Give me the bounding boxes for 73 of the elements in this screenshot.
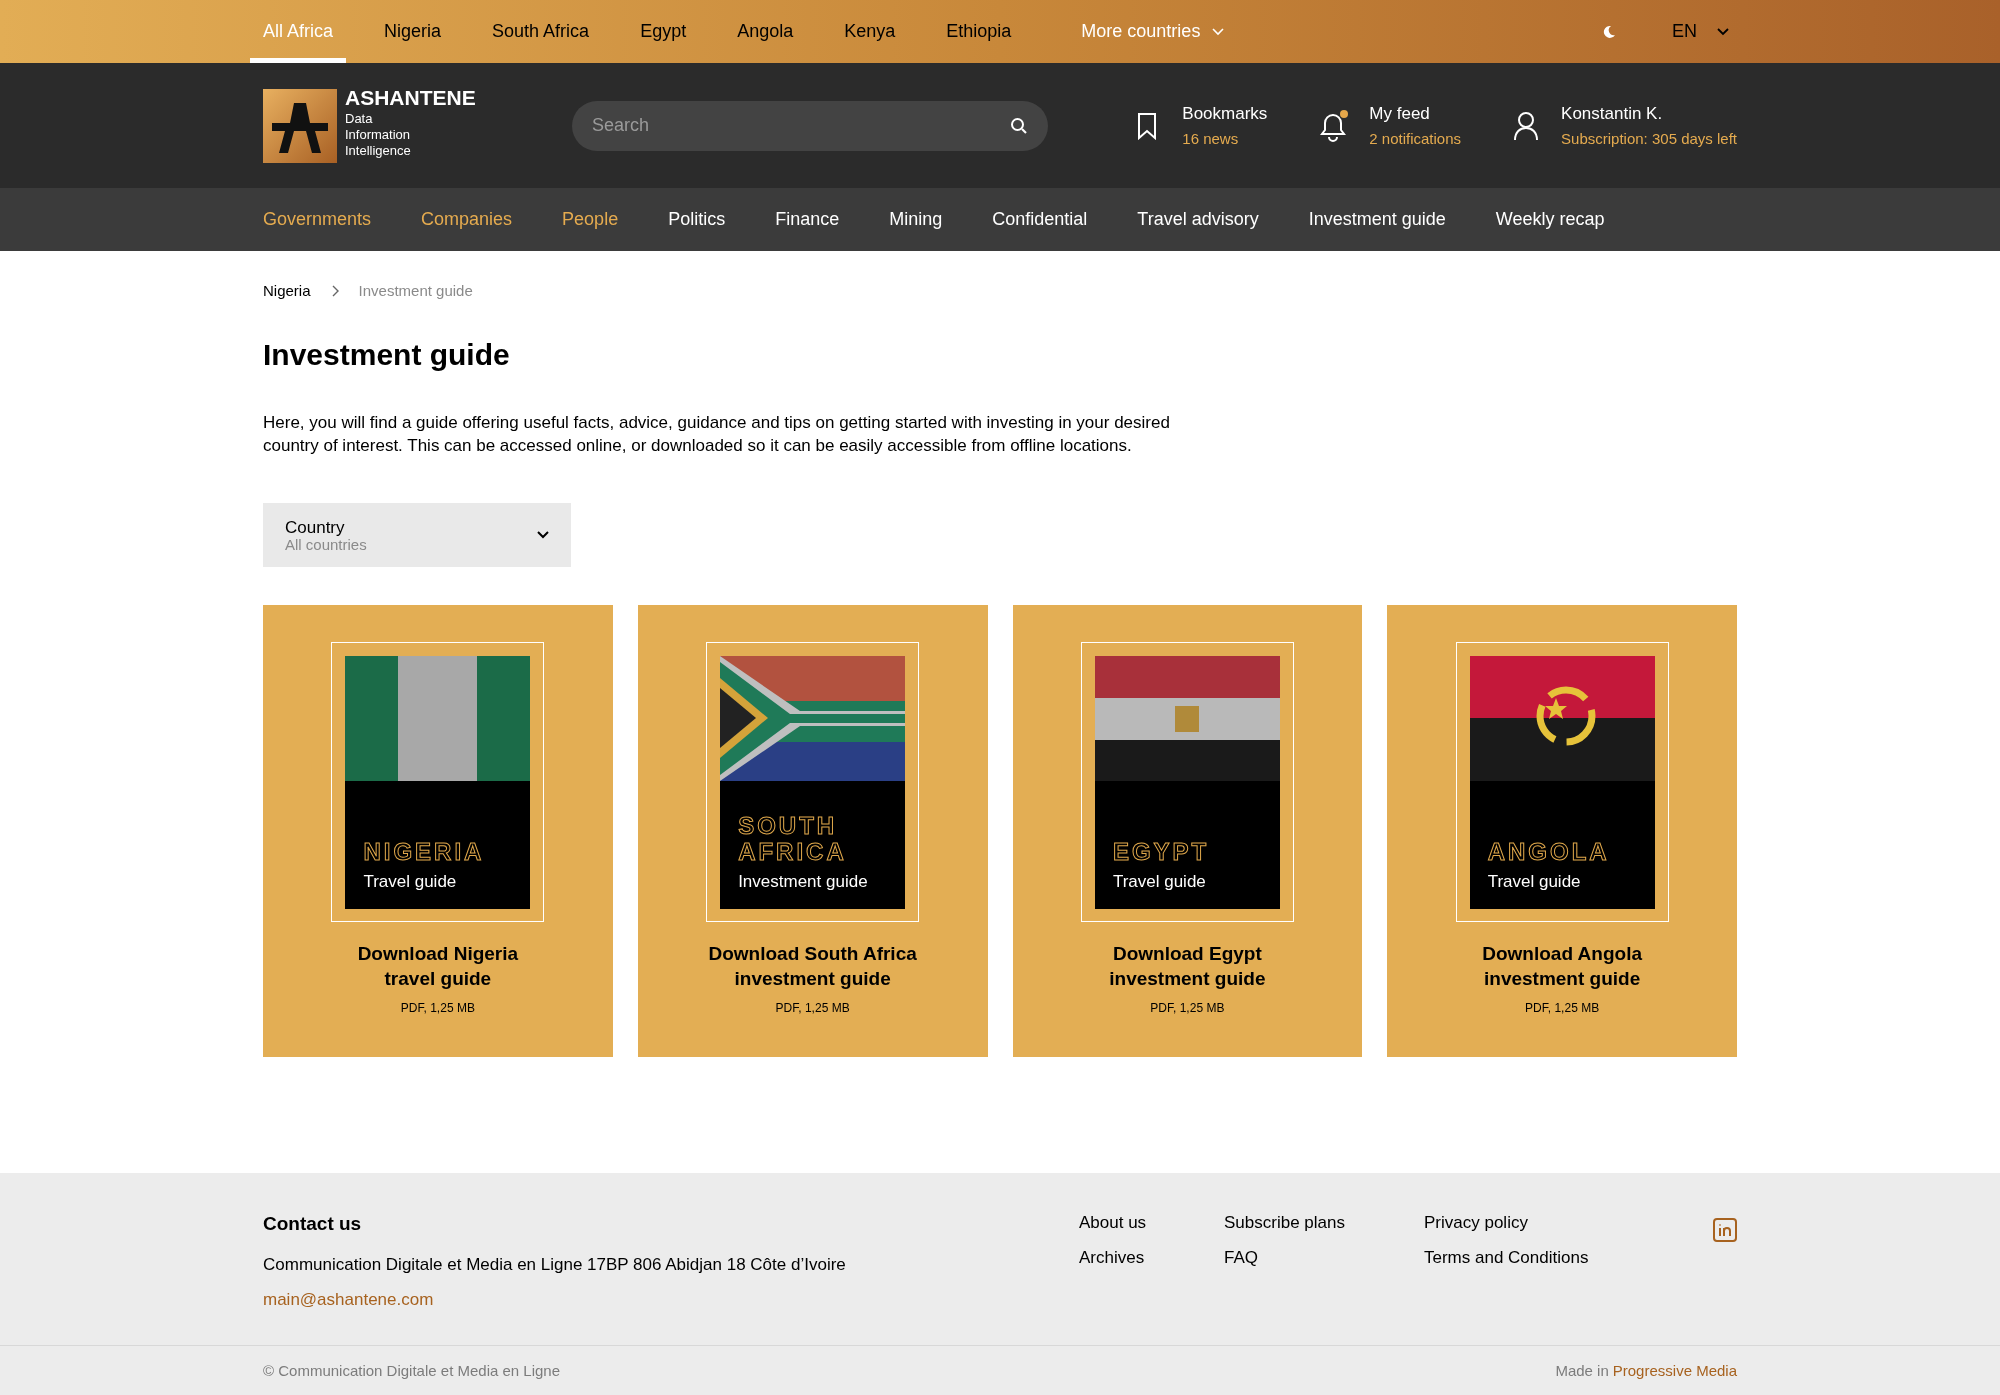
my-feed-button[interactable]: My feed 2 notifications — [1319, 100, 1462, 151]
email-link[interactable]: main@ashantene.com — [263, 1289, 846, 1311]
section-link[interactable]: Finance — [775, 206, 840, 233]
download-title: Download Nigeria travel guide — [356, 942, 520, 991]
section-link[interactable]: Politics — [668, 206, 726, 233]
made-in-text: Made in — [1555, 1360, 1609, 1381]
cover-subtitle: Travel guide — [363, 871, 458, 893]
search-icon[interactable] — [1010, 116, 1028, 135]
file-info: PDF, 1,25 MB — [1150, 1000, 1225, 1017]
download-title: Download Angola investment guide — [1481, 942, 1643, 991]
footer-link[interactable]: FAQ — [1224, 1247, 1424, 1269]
logo-tagline: Information — [345, 126, 412, 143]
user-icon — [1513, 110, 1540, 141]
logo-wordmark: ASHANTENE — [345, 84, 476, 111]
footer-link[interactable]: Terms and Conditions — [1424, 1247, 1609, 1269]
section-link[interactable]: People — [562, 206, 619, 233]
language-dropdown[interactable]: EN — [1672, 18, 1729, 45]
copyright-text: © Communication Digitale et Media en Ligne — [263, 1360, 561, 1381]
guide-card[interactable]: SOUTH AFRICA Investment guide Download South Africa investment guide PDF, 1,25 MB — [637, 605, 988, 1057]
cover-subtitle: Travel guide — [1487, 871, 1582, 893]
cover-title: ANGOLA — [1487, 839, 1608, 865]
chevron-down-icon — [1212, 27, 1225, 36]
cover-title: SOUTH AFRICA — [738, 813, 848, 865]
intro-text: Here, you will find a guide offering useful facts, advice, guidance and tips on getting started with investing in your desired country of interest. This can be accessed online, or downloaded so it can be easily accessible from offline locations. — [263, 412, 1171, 457]
footer-link[interactable]: Archives — [1079, 1247, 1224, 1269]
logo-tagline: Data — [345, 110, 374, 127]
cover-subtitle: Investment guide — [738, 871, 869, 893]
bell-icon — [1319, 109, 1350, 142]
guide-card[interactable]: NIGERIA Travel guide Download Nigeria travel guide PDF, 1,25 MB — [263, 605, 613, 1057]
bookmark-icon — [1137, 111, 1158, 140]
cover-subtitle: Travel guide — [1112, 871, 1207, 893]
chevron-down-icon — [1717, 27, 1729, 36]
file-info: PDF, 1,25 MB — [400, 1000, 475, 1017]
section-link[interactable]: Governments — [263, 206, 372, 233]
logo-tagline: Intelligence — [345, 142, 412, 159]
progressive-media-link[interactable]: Progressive Media — [1612, 1359, 1737, 1383]
country-tab[interactable]: South Africa — [479, 0, 603, 63]
download-title: Download South Africa investment guide — [707, 942, 918, 991]
page-title: Investment guide — [263, 337, 511, 373]
section-link[interactable]: Companies — [421, 206, 513, 233]
footer-link[interactable]: Subscribe plans — [1224, 1212, 1424, 1234]
cover-title: NIGERIA — [363, 839, 484, 865]
chevron-down-icon — [537, 531, 549, 539]
country-tab[interactable]: Egypt — [627, 0, 700, 63]
file-info: PDF, 1,25 MB — [775, 1000, 850, 1017]
section-link[interactable]: Confidential — [992, 206, 1088, 233]
country-tab[interactable]: Ethiopia — [933, 0, 1025, 63]
footer-link[interactable]: About us — [1079, 1212, 1224, 1234]
contact-heading: Contact us — [263, 1212, 363, 1236]
guide-card[interactable]: ANGOLA Travel guide Download Angola investment guide PDF, 1,25 MB — [1387, 605, 1737, 1057]
country-tab[interactable]: Angola — [724, 0, 807, 63]
footer-link[interactable]: Privacy policy — [1424, 1212, 1609, 1234]
country-tab[interactable]: Nigeria — [371, 0, 455, 63]
search-field[interactable]: Search — [572, 100, 1048, 151]
section-link[interactable]: Investment guide — [1308, 206, 1446, 233]
moon-icon — [1602, 24, 1616, 39]
cover-title: EGYPT — [1112, 839, 1211, 865]
section-link[interactable]: Mining — [889, 206, 943, 233]
bookmarks-button[interactable]: Bookmarks 16 news — [1137, 100, 1268, 151]
file-info: PDF, 1,25 MB — [1525, 1000, 1600, 1017]
section-link[interactable]: Travel advisory — [1137, 206, 1259, 233]
chevron-right-icon — [330, 285, 339, 297]
logo-icon[interactable] — [263, 88, 337, 163]
contact-address: Communication Digitale et Media en Ligne 17BP 806 Abidjan 18 Côte d’Ivoire — [263, 1254, 846, 1276]
dark-mode-toggle[interactable] — [1602, 24, 1616, 39]
breadcrumb-link[interactable]: Nigeria — [263, 279, 311, 303]
download-title: Download Egypt investment guide — [1108, 942, 1267, 991]
country-tab[interactable]: Kenya — [831, 0, 909, 63]
country-dropdown[interactable]: Country All countries — [263, 503, 571, 567]
section-link[interactable]: Weekly recap — [1495, 206, 1605, 233]
guide-card[interactable]: EGYPT Travel guide Download Egypt investment guide PDF, 1,25 MB — [1012, 605, 1363, 1057]
account-button[interactable]: Konstantin K. Subscription: 305 days left — [1513, 100, 1737, 151]
linkedin-icon[interactable] — [1713, 1218, 1737, 1242]
